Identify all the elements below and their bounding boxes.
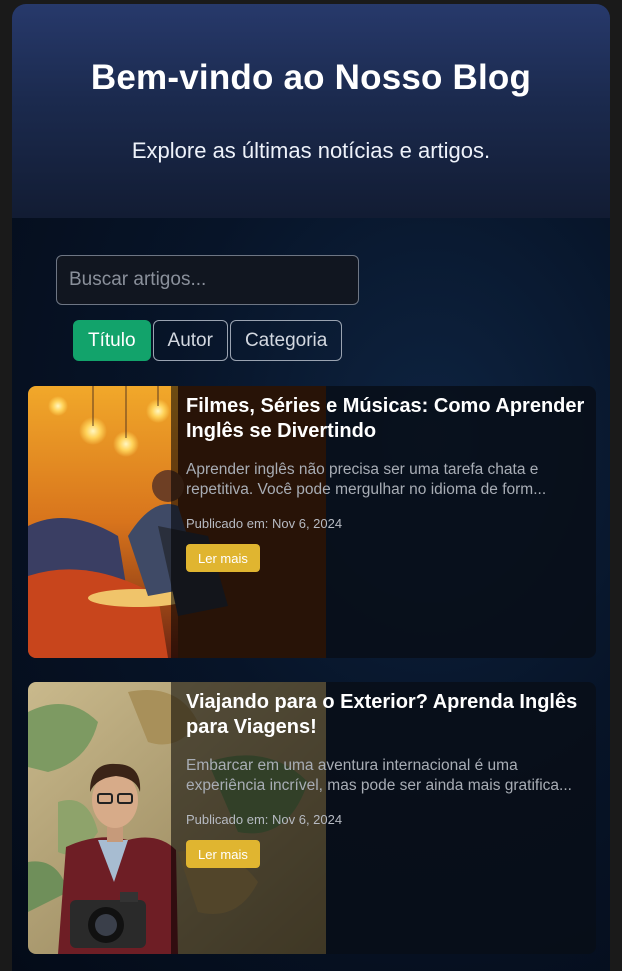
article-body: Filmes, Séries e Músicas: Como Aprender … xyxy=(186,394,586,572)
filter-author-button[interactable]: Autor xyxy=(152,320,228,361)
filter-group: Título Autor Categoria xyxy=(73,320,343,361)
article-title[interactable]: Filmes, Séries e Músicas: Como Aprender … xyxy=(186,394,586,444)
article-date: Publicado em: Nov 6, 2024 xyxy=(186,516,343,531)
filter-title-button[interactable]: Título xyxy=(73,320,151,361)
page-subtitle: Explore as últimas notícias e artigos. xyxy=(131,138,491,163)
read-more-button[interactable]: Ler mais xyxy=(186,544,260,572)
article-date: Publicado em: Nov 6, 2024 xyxy=(186,812,343,827)
hero-header: Bem-vindo ao Nosso Blog Explore as últim… xyxy=(12,4,610,218)
article-card: Viajando para o Exterior? Aprenda Inglês… xyxy=(28,682,596,954)
page-title: Bem-vindo ao Nosso Blog xyxy=(90,58,532,97)
filter-category-button[interactable]: Categoria xyxy=(229,320,343,361)
search-input[interactable] xyxy=(56,255,359,305)
article-body: Viajando para o Exterior? Aprenda Inglês… xyxy=(186,690,586,868)
read-more-button[interactable]: Ler mais xyxy=(186,840,260,868)
blog-page: Bem-vindo ao Nosso Blog Explore as últim… xyxy=(12,4,610,971)
article-card: Filmes, Séries e Músicas: Como Aprender … xyxy=(28,386,596,658)
article-excerpt: Aprender inglês não precisa ser uma tare… xyxy=(186,461,547,498)
article-excerpt: Embarcar em uma aventura internacional é… xyxy=(186,757,572,794)
article-title[interactable]: Viajando para o Exterior? Aprenda Inglês… xyxy=(186,690,586,740)
